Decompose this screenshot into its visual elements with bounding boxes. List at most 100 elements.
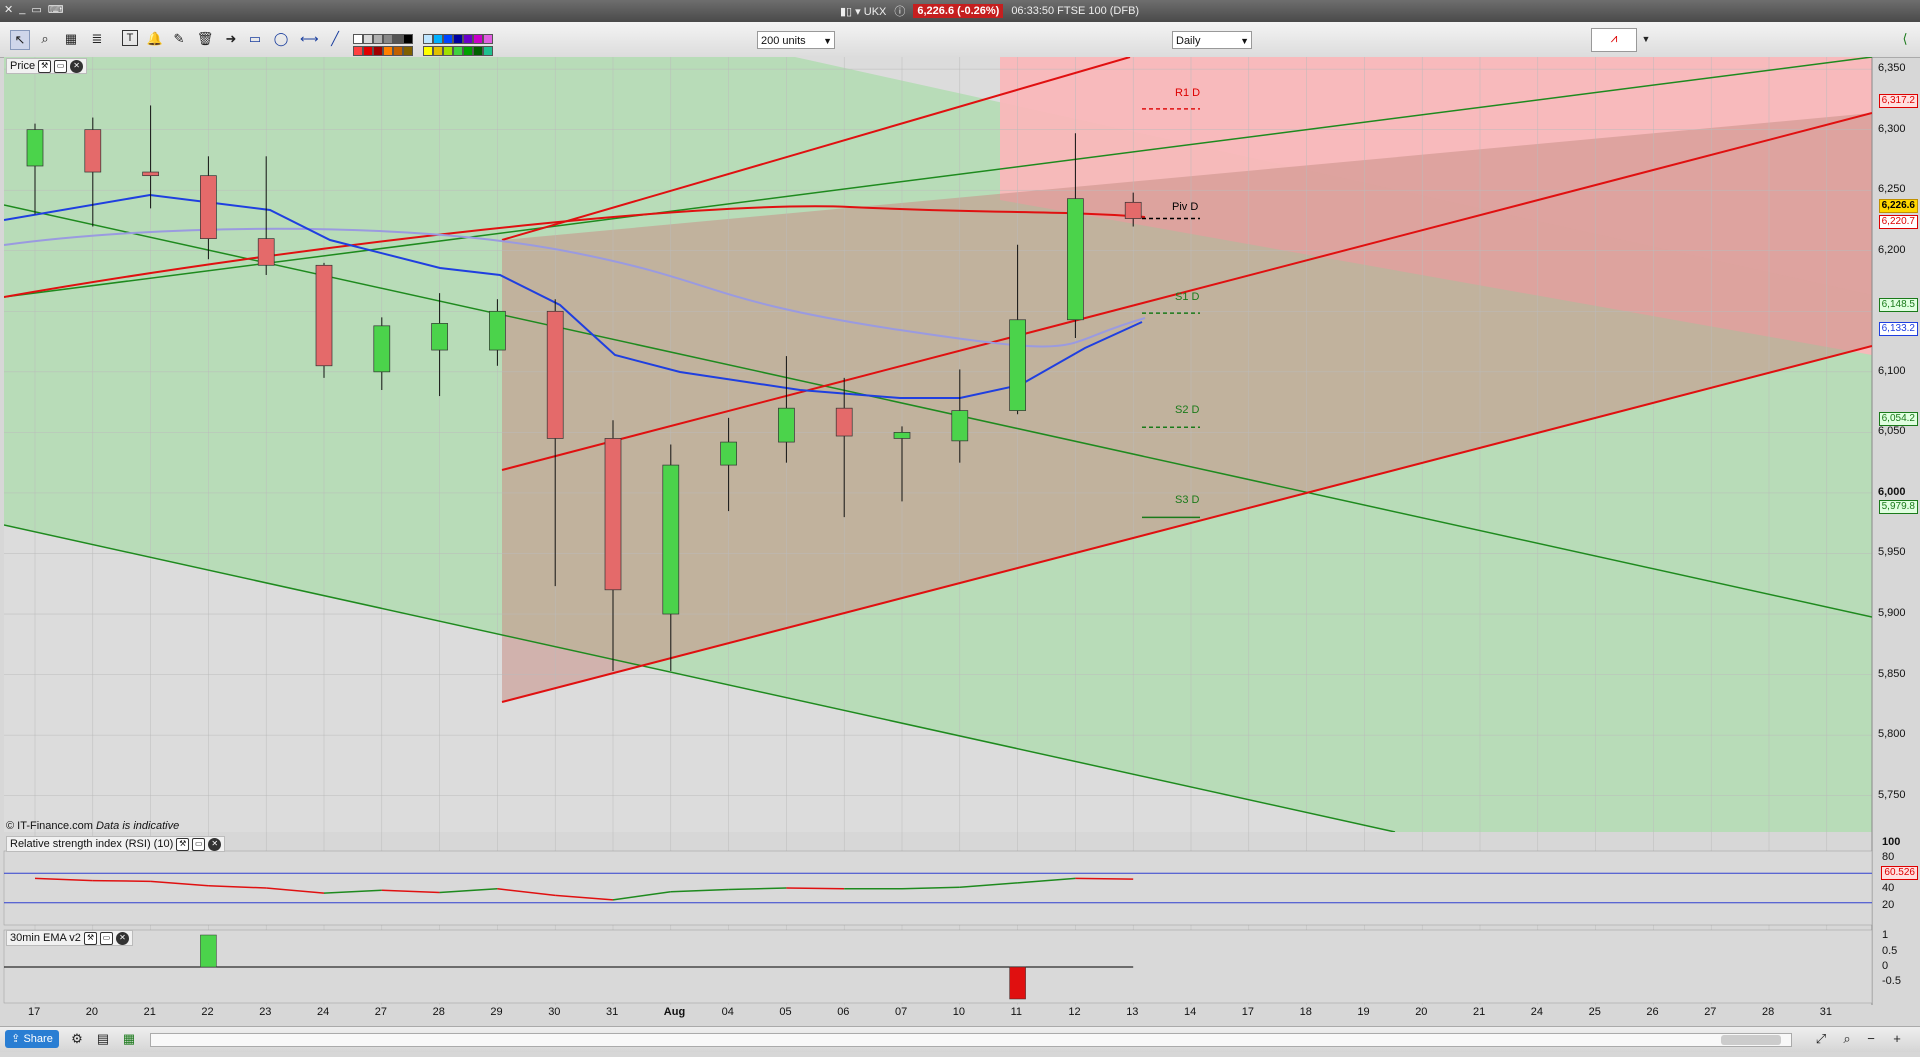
pointer-tool-icon[interactable]: ↖: [10, 30, 30, 50]
wrench-icon[interactable]: ⚒: [38, 59, 52, 73]
trendline-tool-icon[interactable]: ╱: [326, 30, 344, 48]
info-icon[interactable]: ⓘ: [894, 3, 905, 19]
color-swatch[interactable]: [423, 46, 433, 56]
instrument-selector[interactable]: ▮▯ ▾ UKX: [840, 5, 886, 18]
share-button[interactable]: ⇪ Share: [5, 1030, 59, 1048]
color-swatch[interactable]: [433, 46, 443, 56]
color-swatch[interactable]: [403, 46, 413, 56]
side-panel-icon[interactable]: ⟨: [1896, 30, 1914, 48]
zoom-tool-icon[interactable]: ⌕: [36, 30, 54, 48]
ma-lavender-line: [4, 227, 1146, 348]
color-swatch[interactable]: [453, 46, 463, 56]
r1-price-tag: 6,317.2: [1878, 94, 1918, 108]
color-swatch[interactable]: [463, 46, 473, 56]
arrow-tool-icon[interactable]: ➜: [222, 30, 240, 48]
color-swatch[interactable]: [453, 34, 463, 44]
date-tick: 30: [548, 1006, 561, 1018]
chevron-down-icon: ▼: [823, 36, 832, 46]
price-tick: 5,950: [1878, 546, 1906, 559]
color-swatch[interactable]: [363, 46, 373, 56]
red-zone-fill: [1000, 57, 1872, 355]
green-trendline-upper: [4, 204, 1872, 618]
date-tick: 21: [143, 1006, 156, 1018]
color-swatch[interactable]: [483, 34, 493, 44]
color-swatch[interactable]: [383, 46, 393, 56]
rsi-value-tag: 60.526: [1881, 866, 1918, 880]
disclaimer-text: Data is indicative: [96, 820, 180, 832]
color-swatch[interactable]: [393, 34, 403, 44]
interval-select[interactable]: Daily ▼: [1172, 31, 1252, 49]
chevron-down-icon: ▼: [1240, 36, 1249, 46]
candle-body: [1124, 201, 1142, 219]
date-tick: 12: [1068, 1006, 1081, 1018]
zoom-in-icon[interactable]: +: [1888, 1030, 1906, 1048]
date-tick: 20: [85, 1006, 99, 1018]
chevron-down-icon[interactable]: ▼: [1637, 30, 1655, 48]
wrench-icon[interactable]: ⚒: [176, 837, 190, 851]
color-swatch[interactable]: [353, 34, 363, 44]
scrollbar-thumb[interactable]: [1721, 1035, 1781, 1045]
s1-price-tag: 6,148.5: [1878, 298, 1918, 312]
fibonacci-tool-icon[interactable]: ≣: [88, 30, 106, 48]
rectangle-tool-icon[interactable]: ▭: [246, 30, 264, 48]
chart-tool-icon[interactable]: ▦: [62, 30, 80, 48]
zoom-out-icon[interactable]: −: [1862, 1030, 1880, 1048]
horizontal-scrollbar[interactable]: [150, 1033, 1792, 1047]
maximize-icon[interactable]: ▭: [99, 931, 113, 945]
color-swatch[interactable]: [443, 34, 453, 44]
minimize-window-icon[interactable]: _: [19, 3, 25, 16]
color-swatch[interactable]: [473, 34, 483, 44]
units-select[interactable]: 200 units ▼: [757, 31, 835, 49]
restore-window-icon[interactable]: ▭: [31, 3, 41, 16]
keyboard-icon[interactable]: ⌨: [48, 3, 64, 16]
color-swatch[interactable]: [373, 34, 383, 44]
ma-red-line: [4, 205, 1146, 298]
color-swatch[interactable]: [373, 46, 383, 56]
date-tick: 23: [259, 1006, 272, 1018]
close-icon[interactable]: ✕: [115, 931, 129, 945]
date-tick: Aug: [663, 1006, 686, 1018]
color-swatch[interactable]: [363, 34, 373, 44]
candle-body: [1009, 319, 1026, 411]
magic-tool-icon[interactable]: ✎: [170, 30, 188, 48]
rsi-line-segment: [901, 886, 960, 890]
grid-icon[interactable]: ▦: [120, 1030, 138, 1048]
rsi-line-segment: [786, 887, 845, 890]
candle-body: [489, 310, 506, 351]
rsi-panel-background: [3, 850, 1873, 926]
fit-chart-icon[interactable]: ⤢: [1812, 1030, 1830, 1048]
color-swatch[interactable]: [353, 46, 363, 56]
color-swatch[interactable]: [383, 34, 393, 44]
maximize-icon[interactable]: ▭: [54, 59, 68, 73]
color-swatch[interactable]: [483, 46, 493, 56]
date-tick: 18: [1299, 1006, 1312, 1018]
share-icon: ⇪: [11, 1033, 21, 1045]
color-swatch[interactable]: [403, 34, 413, 44]
candle-body: [142, 171, 159, 177]
color-swatch[interactable]: [473, 46, 483, 56]
color-swatch[interactable]: [433, 34, 443, 44]
last-price-badge: 6,226.6 (-0.26%): [913, 4, 1004, 18]
text-tool-icon[interactable]: T: [122, 30, 138, 46]
date-tick: 27: [1704, 1006, 1717, 1018]
ellipse-tool-icon[interactable]: ◯: [272, 30, 290, 48]
color-swatch[interactable]: [443, 46, 453, 56]
alert-bell-icon[interactable]: 🔔: [146, 30, 164, 48]
close-icon[interactable]: ✕: [208, 837, 222, 851]
horizontal-line-tool-icon[interactable]: ⟷: [300, 30, 319, 48]
ema-tick: 1: [1882, 929, 1889, 941]
date-tick: 11: [1010, 1006, 1023, 1018]
close-icon[interactable]: ✕: [70, 59, 84, 73]
s1-label: S1 D: [1175, 291, 1200, 303]
wrench-icon[interactable]: ⚒: [83, 931, 97, 945]
settings-icon[interactable]: ⚙: [68, 1030, 86, 1048]
trash-icon[interactable]: 🗑: [196, 30, 214, 48]
maximize-icon[interactable]: ▭: [192, 837, 206, 851]
layout-icon[interactable]: ▤: [94, 1030, 112, 1048]
color-swatch[interactable]: [393, 46, 403, 56]
color-swatch[interactable]: [423, 34, 433, 44]
chart-type-icon[interactable]: ⩘: [1591, 28, 1637, 52]
color-swatch[interactable]: [463, 34, 473, 44]
close-window-icon[interactable]: ✕: [4, 3, 13, 16]
zoom-area-icon[interactable]: ⌕: [1838, 1030, 1856, 1048]
